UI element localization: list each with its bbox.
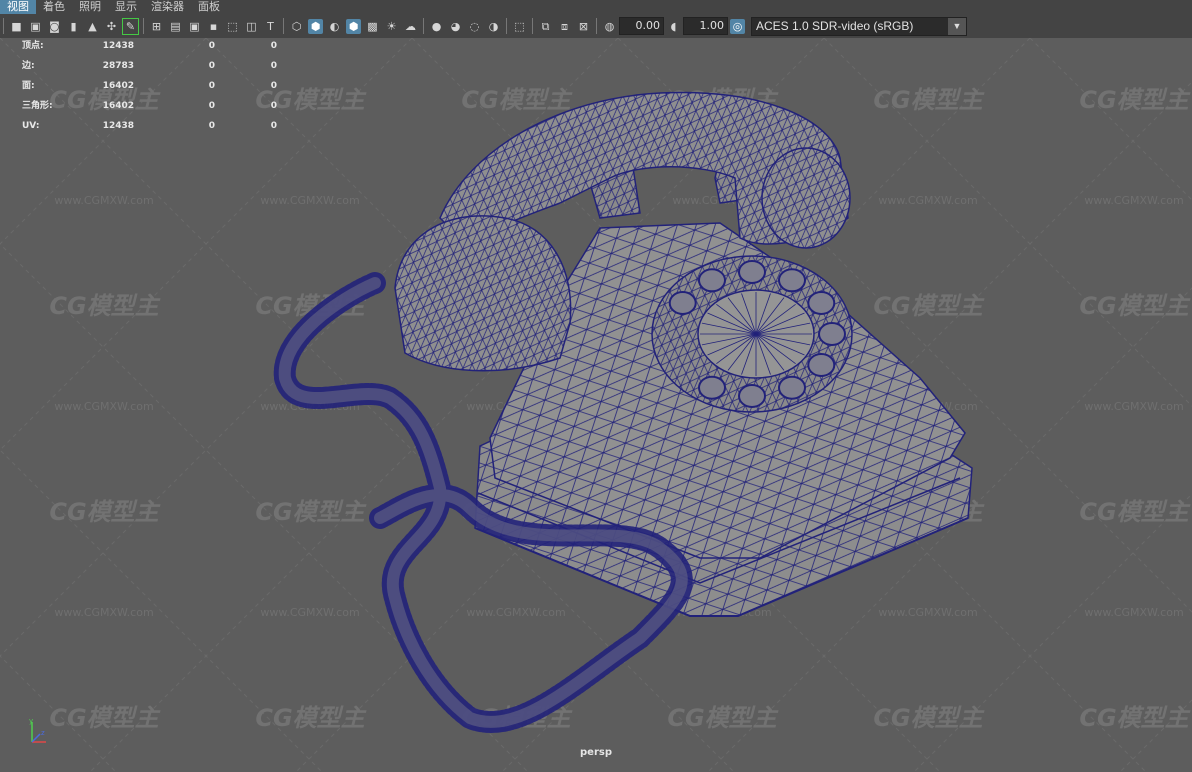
hud-value: 12438 — [102, 121, 134, 131]
perspective-viewport[interactable]: CG模型主 CG模型主 CG模型主 CG模型主 CG模型主 CG模型主 CG模型主 CG模型主… — [0, 38, 1192, 772]
multisample-aa-icon[interactable]: ◌ — [467, 19, 482, 34]
menu-bar: 视图 着色 照明 显示 渲染器 面板 — [0, 0, 1192, 14]
hud-value: 0 — [208, 101, 215, 111]
gate-mask-icon[interactable]: ▪ — [206, 19, 221, 34]
textured-icon[interactable]: ▩ — [365, 19, 380, 34]
hud-label: 顶点: — [22, 41, 44, 51]
hud-value: 16402 — [102, 101, 134, 111]
grid-icon[interactable]: ⊞ — [149, 19, 164, 34]
menu-panels[interactable]: 面板 — [191, 0, 227, 14]
toolbar-separator — [532, 18, 533, 34]
hud-value: 0 — [270, 61, 277, 71]
svg-text:y: y — [29, 718, 33, 725]
color-management-icon[interactable]: ◎ — [730, 18, 745, 34]
hud-label: UV: — [22, 121, 40, 131]
exposure-field[interactable]: 0.00 — [619, 17, 664, 35]
menu-show[interactable]: 显示 — [108, 0, 144, 14]
2d-pan-zoom-icon[interactable]: ✣ — [104, 19, 119, 34]
lights-icon[interactable]: ☀ — [384, 19, 399, 34]
hud-label: 边: — [22, 61, 35, 71]
color-space-dropdown[interactable]: ACES 1.0 SDR-video (sRGB) ▼ — [751, 16, 967, 36]
default-material-icon[interactable]: ◐ — [327, 19, 342, 34]
menu-renderer[interactable]: 渲染器 — [144, 0, 191, 14]
hud-value: 0 — [270, 41, 277, 51]
dial-finger-hole — [807, 353, 836, 377]
dial-finger-hole — [698, 268, 726, 293]
safe-action-icon[interactable]: ◫ — [244, 19, 259, 34]
camera-attributes-icon[interactable]: ▣ — [28, 19, 43, 34]
camera-name-label: persp — [580, 747, 612, 758]
dial-finger-hole — [738, 260, 766, 284]
rotary-dial — [651, 255, 853, 413]
toolbar-separator — [143, 18, 144, 34]
menu-lighting[interactable]: 照明 — [72, 0, 108, 14]
hud-value: 0 — [270, 121, 277, 131]
camera-bookmark-icon[interactable]: ◙ — [47, 19, 62, 34]
poly-count-hud: 顶点: 12438 0 0 边: 28783 0 0 面: 16402 0 0 … — [22, 38, 277, 136]
safe-title-icon[interactable]: T — [263, 19, 278, 34]
toolbar-separator — [423, 18, 424, 34]
bookmark-icon[interactable]: ▮ — [66, 19, 81, 34]
color-space-label: ACES 1.0 SDR-video (sRGB) — [756, 19, 914, 33]
menu-shading[interactable]: 着色 — [36, 0, 72, 14]
axis-gizmo-icon: y z — [29, 718, 46, 743]
isolate-select-icon[interactable]: ⬚ — [512, 19, 527, 34]
hud-value: 28783 — [102, 61, 134, 71]
depth-of-field-icon[interactable]: ◑ — [486, 19, 501, 34]
hud-value: 0 — [270, 101, 277, 111]
gamma-field[interactable]: 1.00 — [683, 17, 728, 35]
smooth-shade-icon[interactable]: ⬢ — [308, 18, 323, 34]
grease-pencil-icon[interactable]: ✎ — [122, 17, 139, 35]
menu-view[interactable]: 视图 — [0, 0, 36, 14]
hud-value: 12438 — [102, 41, 134, 51]
wireframe-on-shaded-icon[interactable]: ⬢ — [346, 18, 361, 34]
telephone-wireframe-model[interactable] — [0, 38, 1192, 772]
hud-value: 0 — [208, 41, 215, 51]
shadows-icon[interactable]: ☁ — [403, 19, 418, 34]
toolbar-separator — [3, 18, 4, 34]
hud-row-faces: 面: 16402 0 0 — [22, 76, 277, 96]
chevron-down-icon: ▼ — [948, 17, 966, 35]
xray-icon[interactable]: ⧉ — [538, 19, 553, 34]
dial-finger-hole — [818, 322, 846, 346]
wireframe-icon[interactable]: ⬡ — [289, 19, 304, 34]
hud-row-edges: 边: 28783 0 0 — [22, 56, 277, 76]
motion-blur-icon[interactable]: ◕ — [448, 19, 463, 34]
xray-active-icon[interactable]: ⧈ — [557, 19, 572, 34]
svg-text:z: z — [41, 729, 45, 737]
exposure-icon[interactable]: ◍ — [602, 19, 617, 34]
hud-row-triangles: 三角形: 16402 0 0 — [22, 96, 277, 116]
hud-value: 0 — [270, 81, 277, 91]
toolbar-separator — [596, 18, 597, 34]
dial-finger-hole — [698, 375, 726, 400]
dial-finger-hole — [668, 291, 697, 315]
screen-space-ao-icon[interactable]: ● — [429, 19, 444, 34]
hud-label: 面: — [22, 81, 35, 91]
toolbar-separator — [506, 18, 507, 34]
hud-value: 0 — [208, 81, 215, 91]
viewport-toolbar: ■ ▣ ◙ ▮ ▲ ✣ ✎ ⊞ ▤ ▣ ▪ ⬚ ◫ T ⬡ ⬢ ◐ ⬢ ▩ ☀ … — [0, 14, 1192, 39]
dial-finger-hole — [778, 375, 806, 400]
dial-finger-hole — [778, 268, 806, 293]
film-gate-icon[interactable]: ▤ — [168, 19, 183, 34]
dial-finger-hole — [807, 291, 836, 315]
hud-row-vertices: 顶点: 12438 0 0 — [22, 38, 277, 56]
xray-joints-icon[interactable]: ⊠ — [576, 19, 591, 34]
hud-value: 0 — [208, 61, 215, 71]
gamma-icon[interactable]: ◖ — [666, 19, 681, 34]
hud-label: 三角形: — [22, 101, 53, 111]
camera-select-icon[interactable]: ■ — [9, 19, 24, 34]
hud-value: 0 — [208, 121, 215, 131]
image-plane-icon[interactable]: ▲ — [85, 19, 100, 34]
toolbar-separator — [283, 18, 284, 34]
field-chart-icon[interactable]: ⬚ — [225, 19, 240, 34]
dial-finger-hole — [738, 384, 766, 408]
hud-row-uvs: UV: 12438 0 0 — [22, 116, 277, 136]
hud-value: 16402 — [102, 81, 134, 91]
resolution-gate-icon[interactable]: ▣ — [187, 19, 202, 34]
